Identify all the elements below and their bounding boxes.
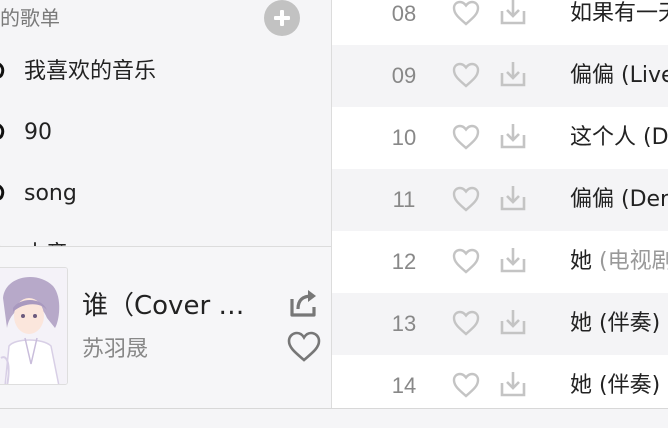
track-title[interactable]: 偏偏 (Dem	[570, 169, 668, 231]
download-icon[interactable]	[498, 0, 528, 27]
track-number: 11	[392, 187, 416, 212]
download-icon[interactable]	[498, 121, 528, 151]
music-app-window: 的歌单 我喜欢的音乐 90 song 古音	[0, 0, 668, 428]
track-number: 09	[391, 63, 417, 88]
table-row[interactable]: 13 她 (伴奏)	[332, 293, 668, 355]
track-number: 13	[391, 311, 417, 336]
track-number: 10	[391, 125, 417, 150]
download-icon[interactable]	[498, 183, 528, 213]
heart-icon[interactable]	[451, 309, 481, 337]
sidebar-item-label: song	[24, 181, 77, 206]
heart-icon[interactable]	[451, 61, 481, 89]
album-cover[interactable]	[0, 267, 68, 385]
table-row[interactable]: 09 偏偏 (Live	[332, 45, 668, 107]
track-number: 12	[391, 249, 417, 274]
playlist-icon	[0, 62, 5, 79]
playlist-icon	[0, 123, 5, 140]
heart-icon[interactable]	[286, 331, 322, 363]
download-icon[interactable]	[498, 307, 528, 337]
playlist-icon	[0, 184, 5, 201]
track-title[interactable]: 这个人 (D	[570, 107, 668, 169]
track-title[interactable]: 偏偏 (Live	[570, 45, 668, 107]
bottom-bar	[0, 408, 668, 428]
download-icon[interactable]	[498, 59, 528, 89]
heart-icon[interactable]	[451, 371, 481, 399]
table-row[interactable]: 12 她 (电视剧	[332, 231, 668, 293]
track-title[interactable]: 她 (伴奏)	[570, 355, 660, 408]
table-row[interactable]: 11 偏偏 (Dem	[332, 169, 668, 231]
track-number: 08	[391, 1, 417, 26]
track-title[interactable]: 她 (伴奏)	[570, 293, 660, 355]
track-number: 14	[391, 373, 417, 398]
heart-icon[interactable]	[451, 247, 481, 275]
heart-icon[interactable]	[451, 0, 481, 27]
playlist-section-title: 的歌单	[0, 6, 60, 30]
table-row[interactable]: 14 她 (伴奏)	[332, 355, 668, 408]
track-list: 08 如果有一天 09 偏偏 (Live 10 这个人 (D 11 偏偏 (De…	[332, 0, 668, 408]
sidebar-item-song[interactable]: song	[0, 169, 331, 219]
album-cover-image	[0, 268, 67, 384]
sidebar-item-favorites[interactable]: 我喜欢的音乐	[0, 47, 331, 97]
download-icon[interactable]	[498, 369, 528, 399]
sidebar-item-90[interactable]: 90	[0, 108, 331, 158]
track-title[interactable]: 她 (电视剧	[570, 231, 668, 293]
table-row[interactable]: 08 如果有一天	[332, 0, 668, 45]
track-title[interactable]: 如果有一天	[570, 0, 668, 45]
download-icon[interactable]	[498, 245, 528, 275]
sidebar-item-label: 我喜欢的音乐	[24, 59, 157, 84]
table-row[interactable]: 10 这个人 (D	[332, 107, 668, 169]
sidebar-item-label: 90	[24, 120, 52, 145]
add-playlist-button[interactable]	[264, 0, 300, 36]
now-playing-artist[interactable]: 苏羽晟	[82, 331, 148, 363]
heart-icon[interactable]	[451, 185, 481, 213]
now-playing-title[interactable]: 谁（Cover …	[82, 285, 244, 322]
now-playing-panel: 谁（Cover … 苏羽晟	[0, 246, 331, 408]
share-icon[interactable]	[286, 285, 322, 321]
heart-icon[interactable]	[451, 123, 481, 151]
